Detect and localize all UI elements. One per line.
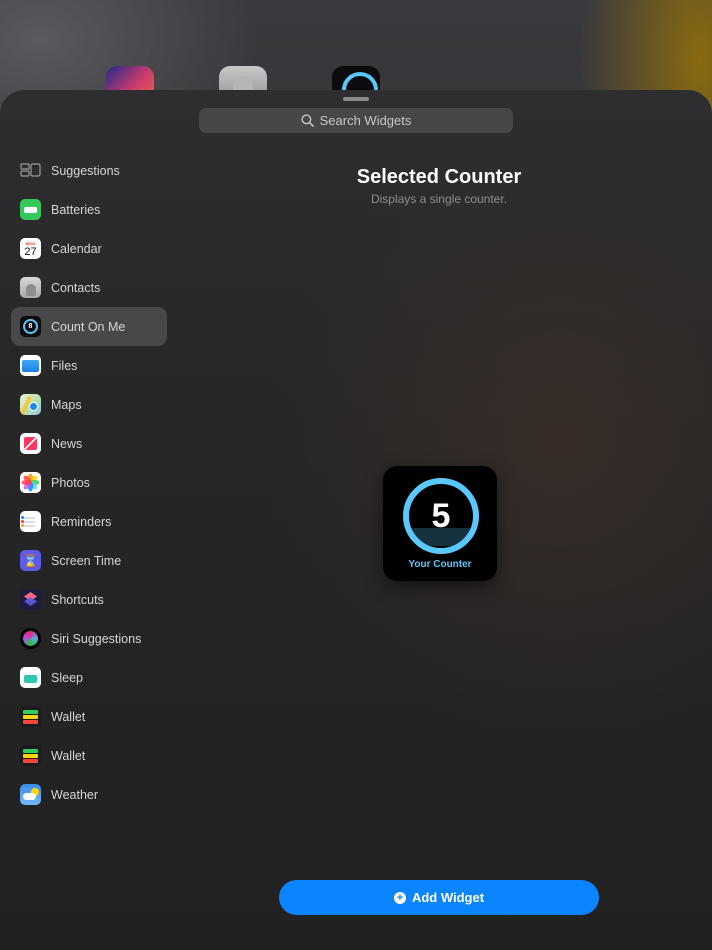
maps-app-icon [20,394,41,415]
widget-title: Selected Counter [356,166,522,188]
search-icon [301,114,314,127]
sidebar-item-batteries[interactable]: Batteries [11,190,167,229]
sidebar-item-wallet-2[interactable]: Wallet [11,736,167,775]
sidebar-item-label: Reminders [51,514,112,529]
add-widget-label: Add Widget [411,890,485,905]
sidebar-item-label: Weather [51,787,99,802]
sidebar-item-label: Wallet [51,748,86,763]
weather-app-icon [20,784,41,805]
screen-time-app-icon: ⌛ [20,550,41,571]
search-placeholder: Search Widgets [319,113,412,128]
search-widgets-field[interactable]: Search Widgets [199,108,513,133]
sidebar-item-siri-suggestions[interactable]: Siri Suggestions [11,619,167,658]
sidebar-item-contacts[interactable]: Contacts [11,268,167,307]
counter-widget-preview[interactable]: 5 Your Counter [383,466,497,581]
wallet-app-icon [20,706,41,727]
sidebar-item-label: Maps [51,397,82,412]
sidebar-item-label: Contacts [51,280,101,295]
siri-icon [20,628,41,649]
sidebar-item-shortcuts[interactable]: Shortcuts [11,580,167,619]
sidebar-item-label: Siri Suggestions [51,631,142,646]
sidebar-item-label: Calendar [51,241,102,256]
sidebar-item-label: Screen Time [51,553,122,568]
contacts-app-icon [20,277,41,298]
sidebar-item-label: Suggestions [51,163,120,178]
photos-app-icon [20,472,41,493]
sidebar-item-label: News [51,436,83,451]
sidebar-item-label: Shortcuts [51,592,104,607]
sidebar-item-wallet[interactable]: Wallet [11,697,167,736]
sheet-grabber[interactable] [343,97,369,101]
counter-caption: Your Counter [408,559,472,570]
sidebar-item-weather[interactable]: Weather [11,775,167,814]
sidebar-item-suggestions[interactable]: Suggestions [11,151,167,190]
widget-app-list: Suggestions Batteries MON 27 Calendar Co… [11,151,167,814]
calendar-icon-day: 27 [24,245,37,258]
sidebar-item-label: Count On Me [51,319,126,334]
reminders-app-icon [20,511,41,532]
widget-gallery-sheet: Search Widgets Suggestions Batteries MON… [0,90,712,950]
widget-description: Displays a single counter. [370,192,508,206]
sidebar-item-maps[interactable]: Maps [11,385,167,424]
sidebar-item-news[interactable]: News [11,424,167,463]
counter-ring: 5 [403,478,479,554]
sidebar-item-label: Files [51,358,78,373]
sidebar-item-label: Batteries [51,202,101,217]
sidebar-item-photos[interactable]: Photos [11,463,167,502]
sidebar-item-files[interactable]: Files [11,346,167,385]
batteries-app-icon [20,199,41,220]
sidebar-item-screen-time[interactable]: ⌛ Screen Time [11,541,167,580]
sidebar-item-label: Wallet [51,709,86,724]
counter-value: 5 [431,496,451,535]
files-app-icon [20,355,41,376]
sidebar-item-label: Photos [51,475,90,490]
wallet-app-icon [20,745,41,766]
add-widget-button[interactable]: + Add Widget [279,880,599,915]
count-on-me-app-icon: 8 [20,316,41,337]
suggestions-icon [20,160,41,181]
calendar-app-icon: MON 27 [20,238,41,259]
sleep-app-icon [20,667,41,688]
shortcuts-app-icon [20,589,41,610]
sidebar-item-sleep[interactable]: Sleep [11,658,167,697]
sidebar-item-count-on-me[interactable]: 8 Count On Me [11,307,167,346]
sidebar-item-calendar[interactable]: MON 27 Calendar [11,229,167,268]
plus-circle-icon: + [393,891,406,904]
sidebar-item-reminders[interactable]: Reminders [11,502,167,541]
count-on-me-icon-value: 8 [23,319,38,334]
sidebar-item-label: Sleep [51,670,83,685]
news-app-icon [20,433,41,454]
